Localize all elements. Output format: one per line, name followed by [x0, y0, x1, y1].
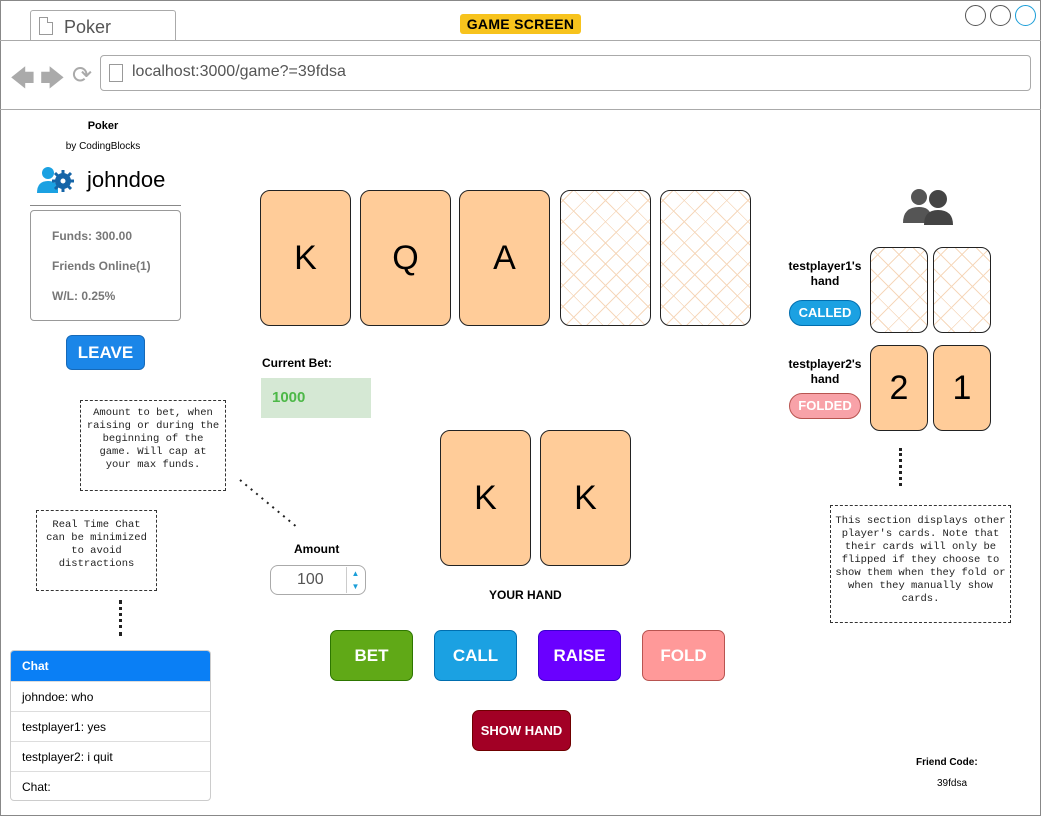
screen-badge: GAME SCREEN — [460, 14, 581, 34]
chat-message: testplayer2: i quit — [11, 741, 210, 771]
page-icon — [109, 64, 123, 82]
amount-stepper[interactable]: 100 ▲ ▼ — [270, 565, 366, 595]
current-bet-value: 1000 — [261, 378, 371, 418]
leave-button[interactable]: LEAVE — [66, 335, 145, 370]
chat-annotation: Real Time Chat can be minimized to avoid… — [36, 510, 157, 591]
community-card: Q — [360, 190, 451, 326]
friends-online-stat: Friends Online(1) — [52, 259, 151, 273]
opponent-card: 2 — [870, 345, 928, 431]
community-card: K — [260, 190, 351, 326]
app-subtitle: by CodingBlocks — [65, 141, 141, 152]
fold-button[interactable]: FOLD — [642, 630, 725, 681]
player-stats-panel: Funds: 300.00 Friends Online(1) W/L: 0.2… — [30, 210, 181, 321]
player-status-badge: FOLDED — [789, 393, 861, 419]
player-hand-label: testplayer2's hand — [788, 357, 862, 386]
reload-icon[interactable]: ⟳ — [72, 61, 92, 90]
player-status-badge: CALLED — [789, 300, 861, 326]
divider — [30, 205, 181, 206]
username: johndoe — [87, 167, 166, 192]
maximize-icon[interactable] — [990, 5, 1011, 26]
hand-card: K — [540, 430, 631, 566]
page-icon — [39, 17, 53, 35]
annotation-connector — [119, 600, 122, 636]
browser-tab[interactable]: Poker — [30, 10, 176, 41]
opponent-card: 1 — [933, 345, 991, 431]
hand-card: K — [440, 430, 531, 566]
opponent-card — [933, 247, 991, 333]
chat-message: johndoe: who — [11, 681, 210, 711]
back-arrow-icon[interactable]: 🡄 — [10, 61, 35, 102]
player-hand-label: testplayer1's hand — [788, 259, 862, 288]
amount-value[interactable]: 100 — [297, 571, 324, 588]
amount-annotation: Amount to bet, when raising or during th… — [80, 400, 226, 491]
your-hand-label: YOUR HAND — [489, 588, 562, 602]
address-bar[interactable]: localhost:3000/game?=39fdsa — [100, 55, 1031, 91]
forward-arrow-icon[interactable]: 🡆 — [40, 61, 65, 102]
increment-icon[interactable]: ▲ — [347, 567, 364, 580]
more-players-indicator — [899, 448, 902, 486]
friend-code-value: 39fdsa — [937, 778, 968, 789]
chat-header[interactable]: Chat — [11, 651, 210, 681]
face-down-card — [660, 190, 751, 326]
win-loss-stat: W/L: 0.25% — [52, 289, 116, 303]
current-bet-label: Current Bet: — [262, 356, 333, 370]
stepper-control[interactable]: ▲ ▼ — [346, 567, 364, 593]
raise-button[interactable]: RAISE — [538, 630, 621, 681]
close-icon[interactable] — [1015, 5, 1036, 26]
user-settings-icon — [37, 167, 74, 193]
community-card: A — [459, 190, 550, 326]
funds-stat: Funds: 300.00 — [52, 229, 133, 243]
annotation-connector — [239, 479, 299, 529]
players-annotation: This section displays other player's car… — [830, 505, 1011, 623]
decrement-icon[interactable]: ▼ — [347, 580, 364, 593]
show-hand-button[interactable]: SHOW HAND — [472, 710, 571, 751]
call-button[interactable]: CALL — [434, 630, 517, 681]
chat-input[interactable]: Chat: — [11, 771, 210, 800]
face-down-card — [560, 190, 651, 326]
bet-button[interactable]: BET — [330, 630, 413, 681]
tab-title: Poker — [64, 17, 112, 37]
opponent-card — [870, 247, 928, 333]
minimize-icon[interactable] — [965, 5, 986, 26]
chat-panel: Chat johndoe: who testplayer1: yes testp… — [10, 650, 211, 801]
url-text[interactable]: localhost:3000/game?=39fdsa — [132, 63, 346, 81]
app-title: Poker — [87, 120, 119, 132]
group-icon — [903, 189, 953, 225]
friend-code-label: Friend Code: — [916, 757, 978, 768]
amount-label: Amount — [294, 542, 340, 556]
chat-message: testplayer1: yes — [11, 711, 210, 741]
